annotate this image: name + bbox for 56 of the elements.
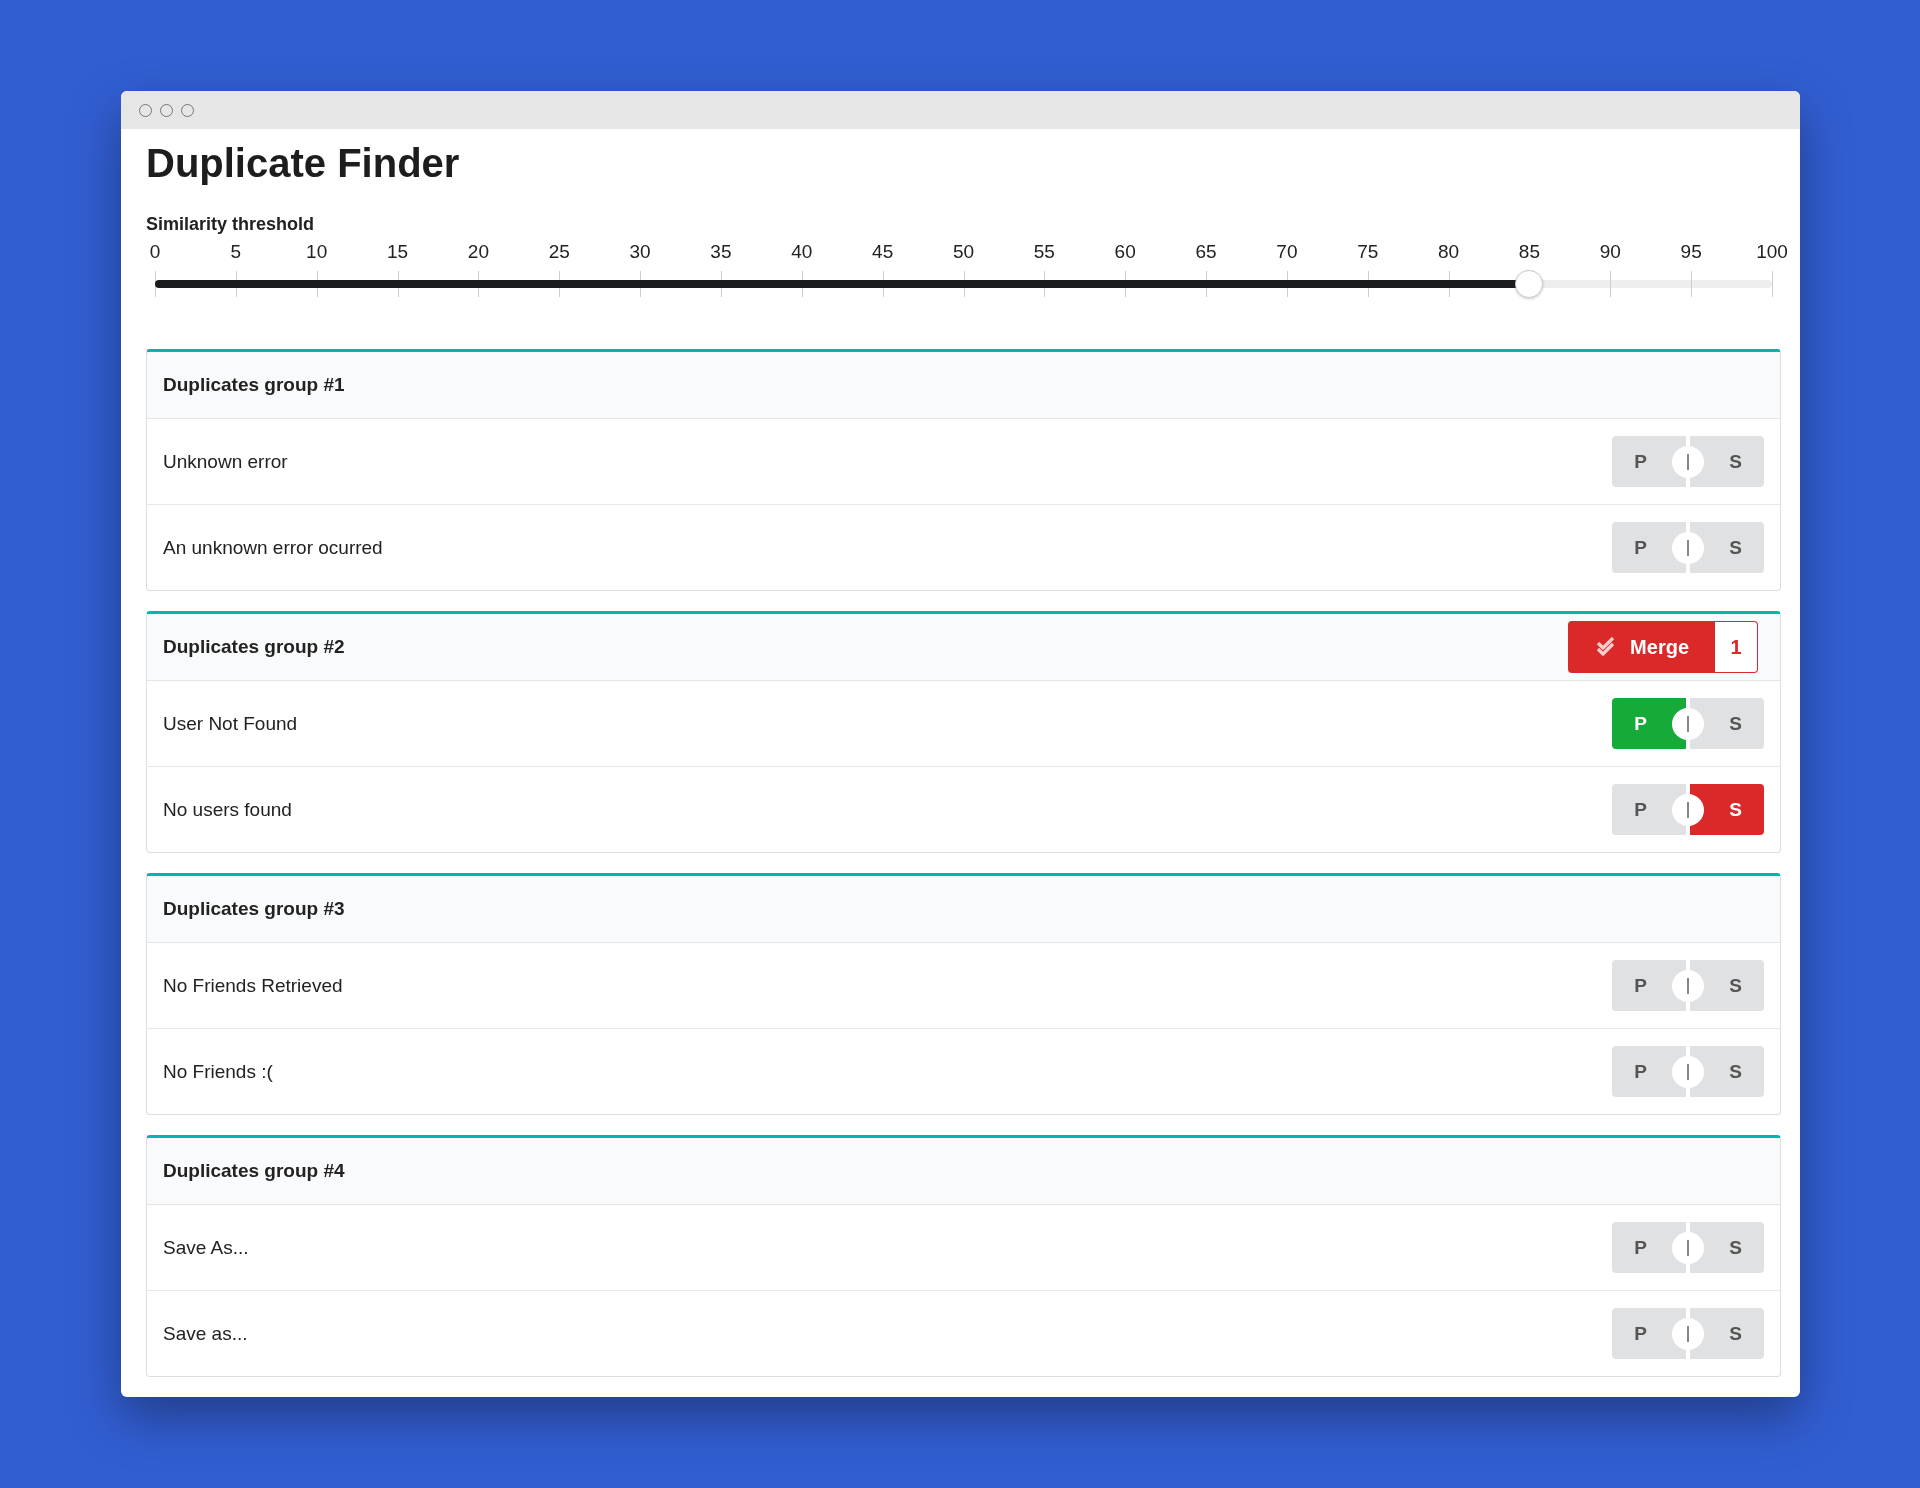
slider-label: Similarity threshold	[146, 214, 316, 235]
tick-label: 10	[306, 241, 328, 263]
group-title: Duplicates group #1	[163, 374, 345, 396]
tick-label: 20	[467, 241, 489, 263]
primary-button[interactable]: P	[1612, 784, 1669, 835]
tick-label: 55	[1033, 241, 1055, 263]
merge-button[interactable]: Merge	[1568, 621, 1715, 673]
group-title: Duplicates group #2	[163, 636, 345, 658]
primary-button[interactable]: P	[1612, 698, 1669, 749]
page-title: Duplicate Finder	[146, 141, 461, 186]
tick-label: 15	[387, 241, 409, 263]
tick-label: 45	[872, 241, 894, 263]
double-check-icon	[1596, 637, 1617, 657]
tick-label: 75	[1357, 241, 1379, 263]
duplicate-label: Save As...	[163, 1236, 249, 1259]
tick-label: 85	[1518, 241, 1540, 263]
primary-button[interactable]: P	[1612, 1308, 1669, 1359]
secondary-button[interactable]: S	[1707, 1046, 1764, 1097]
secondary-button[interactable]: S	[1707, 1222, 1764, 1273]
primary-button[interactable]: P	[1612, 436, 1669, 487]
primary-button[interactable]: P	[1612, 1046, 1669, 1097]
secondary-button[interactable]: S	[1707, 1308, 1764, 1359]
duplicate-label: No Friends Retrieved	[163, 974, 343, 997]
secondary-button[interactable]: S	[1707, 436, 1764, 487]
secondary-button[interactable]: S	[1707, 960, 1764, 1011]
secondary-button[interactable]: S	[1707, 698, 1764, 749]
tick-label: 100	[1756, 241, 1788, 263]
tick-label: 30	[629, 241, 651, 263]
slider-track[interactable]	[155, 269, 1772, 299]
tick-label: 50	[952, 241, 975, 263]
tick-label: 65	[1195, 241, 1217, 263]
tick-label: 0	[149, 241, 161, 263]
tick-label: 60	[1114, 241, 1136, 263]
duplicate-label: User Not Found	[163, 712, 298, 735]
tick-label: 35	[710, 241, 732, 263]
duplicate-label: Save as...	[163, 1322, 248, 1345]
tick-label: 25	[548, 241, 570, 263]
primary-button[interactable]: P	[1612, 1222, 1669, 1273]
primary-button[interactable]: P	[1612, 960, 1669, 1011]
group-title: Duplicates group #3	[163, 898, 345, 920]
secondary-button[interactable]: S	[1707, 522, 1764, 573]
duplicate-label: No users found	[163, 798, 292, 821]
tick-label: 80	[1438, 241, 1460, 263]
duplicate-label: An unknown error ocurred	[163, 536, 383, 559]
slider-thumb[interactable]	[1515, 270, 1544, 298]
tick-label: 40	[791, 241, 813, 263]
tick-label: 5	[230, 241, 242, 263]
tick-label: 70	[1276, 241, 1298, 263]
tick-label: 90	[1599, 241, 1621, 263]
merge-count: 1	[1715, 621, 1758, 673]
primary-button[interactable]: P	[1612, 522, 1669, 573]
secondary-button[interactable]: S	[1707, 784, 1764, 835]
group-title: Duplicates group #4	[163, 1160, 345, 1182]
duplicate-label: No Friends :(	[163, 1060, 273, 1083]
tick-label: 95	[1680, 241, 1702, 263]
duplicate-label: Unknown error	[163, 450, 288, 473]
